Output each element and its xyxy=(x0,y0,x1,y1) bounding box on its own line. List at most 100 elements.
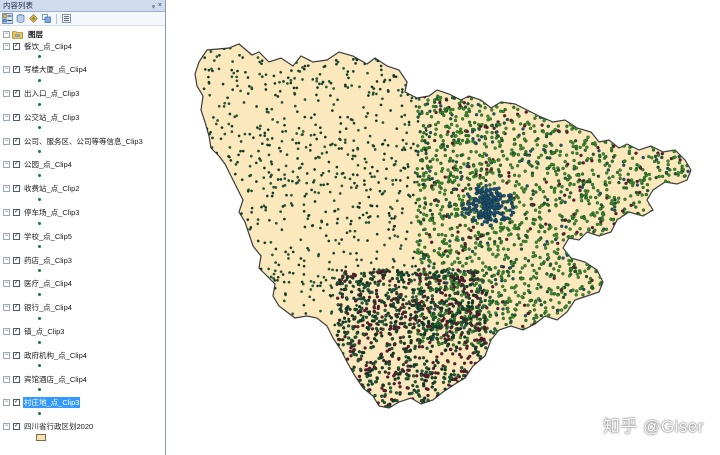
layer-expander[interactable]: − xyxy=(3,280,10,288)
layer-name[interactable]: 医疗_点_Clip4 xyxy=(23,278,73,289)
list-by-drawing-order-button[interactable] xyxy=(2,13,13,24)
layer-name[interactable]: 学校_点_Clip5 xyxy=(23,231,73,242)
layer-visibility-checkbox[interactable]: ✓ xyxy=(13,161,20,169)
poi-point xyxy=(624,253,628,257)
layer-expander[interactable]: − xyxy=(3,90,10,98)
layer-name[interactable]: 镇_点_Clip3 xyxy=(23,326,65,337)
layer-row[interactable]: − ✓ 收费站_点_Clip2 xyxy=(0,183,165,207)
layer-name[interactable]: 餐饮_点_Clip4 xyxy=(23,41,73,52)
layer-visibility-checkbox[interactable]: ✓ xyxy=(13,375,20,383)
layer-row[interactable]: − ✓ 医疗_点_Clip4 xyxy=(0,278,165,302)
layer-name[interactable]: 宾馆酒店_点_Clip4 xyxy=(23,374,88,385)
layer-name[interactable]: 出入口_点_Clip3 xyxy=(23,88,80,99)
layer-expander[interactable]: − xyxy=(3,399,10,407)
layer-expander[interactable]: − xyxy=(3,161,10,169)
layer-visibility-checkbox[interactable]: ✓ xyxy=(13,90,20,98)
layer-expander[interactable]: − xyxy=(3,66,10,74)
layer-name[interactable]: 银行_点_Clip4 xyxy=(23,302,73,313)
layer-name[interactable]: 公司、服务区、公司等等信息_Clip3 xyxy=(23,136,144,147)
list-by-visibility-button[interactable] xyxy=(28,13,39,24)
layer-visibility-checkbox[interactable]: ✓ xyxy=(13,42,20,50)
map-view[interactable]: 知乎 @Giser xyxy=(167,0,720,455)
poi-point xyxy=(408,77,412,80)
poi-point xyxy=(558,112,562,117)
poi-point xyxy=(516,107,520,112)
layer-visibility-checkbox[interactable]: ✓ xyxy=(13,137,20,145)
layer-name[interactable]: 政府机构_点_Clip4 xyxy=(23,350,88,361)
layer-expander[interactable]: − xyxy=(3,137,10,145)
layer-row[interactable]: − ✓ 写楼大厦_点_Clip4 xyxy=(0,64,165,88)
poi-point xyxy=(475,305,480,309)
pin-icon[interactable]: ᵩ xyxy=(152,2,155,9)
layer-row[interactable]: − ✓ 镇_点_Clip3 xyxy=(0,326,165,350)
layer-expander[interactable]: − xyxy=(3,375,10,383)
layer-expander[interactable]: − xyxy=(3,113,10,121)
root-expander[interactable]: − xyxy=(3,31,10,38)
layer-visibility-checkbox[interactable]: ✓ xyxy=(13,351,20,359)
layer-visibility-checkbox[interactable]: ✓ xyxy=(13,232,20,240)
layer-expander[interactable]: − xyxy=(3,232,10,240)
layer-name[interactable]: 收费站_点_Clip2 xyxy=(23,183,80,194)
map-canvas[interactable] xyxy=(167,0,720,455)
poi-point xyxy=(291,170,295,174)
layer-expander[interactable]: − xyxy=(3,256,10,264)
layer-visibility-checkbox[interactable]: ✓ xyxy=(13,423,20,431)
layer-expander[interactable]: − xyxy=(3,328,10,336)
layer-visibility-checkbox[interactable]: ✓ xyxy=(13,280,20,288)
layer-visibility-checkbox[interactable]: ✓ xyxy=(13,328,20,336)
poi-point xyxy=(629,267,633,271)
layer-row[interactable]: − ✓ 药店_点_Clip3 xyxy=(0,254,165,278)
layer-row[interactable]: − ✓ 银行_点_Clip4 xyxy=(0,302,165,326)
poi-point xyxy=(437,342,441,347)
layer-name[interactable]: 写楼大厦_点_Clip4 xyxy=(23,64,88,75)
poi-point xyxy=(430,240,434,244)
layer-name[interactable]: 四川省行政区划2020 xyxy=(23,421,94,432)
layer-row[interactable]: − ✓ 学校_点_Clip5 xyxy=(0,230,165,254)
layer-visibility-checkbox[interactable]: ✓ xyxy=(13,304,20,312)
layer-row[interactable]: − ✓ 公园_点_Clip4 xyxy=(0,159,165,183)
poi-point xyxy=(381,276,385,280)
layer-expander[interactable]: − xyxy=(3,209,10,217)
layer-tree: − 图层 − ✓ 餐饮_点_Clip4− ✓ 写楼大厦_点_Clip4− ✓ 出入口_点_C… xyxy=(0,26,165,445)
poi-point xyxy=(379,64,383,68)
layer-row[interactable]: − ✓ 公交站_点_Clip3 xyxy=(0,111,165,135)
layer-row[interactable]: − ✓ 停车场_点_Clip3 xyxy=(0,207,165,231)
layer-name[interactable]: 药店_点_Clip3 xyxy=(23,255,73,266)
close-icon[interactable]: × xyxy=(158,2,162,9)
poi-point xyxy=(351,327,355,331)
layer-row[interactable]: − ✓ 宾馆酒店_点_Clip4 xyxy=(0,373,165,397)
layer-name[interactable]: 村庄地_点_Clip3 xyxy=(23,397,81,409)
poi-point xyxy=(447,310,451,314)
poi-point xyxy=(490,135,494,140)
poi-point xyxy=(353,315,357,319)
layer-name[interactable]: 公交站_点_Clip3 xyxy=(23,112,80,123)
layer-expander[interactable]: − xyxy=(3,423,10,431)
poi-point xyxy=(302,264,306,268)
poi-point xyxy=(199,95,203,99)
layer-visibility-checkbox[interactable]: ✓ xyxy=(13,399,20,407)
layer-visibility-checkbox[interactable]: ✓ xyxy=(13,113,20,121)
options-button[interactable] xyxy=(61,13,72,24)
layer-row[interactable]: − ✓ 餐饮_点_Clip4 xyxy=(0,40,165,64)
layer-row[interactable]: − ✓ 出入口_点_Clip3 xyxy=(0,88,165,112)
layer-row[interactable]: − ✓ 村庄地_点_Clip3 xyxy=(0,397,165,421)
poi-point xyxy=(459,165,463,170)
layer-row[interactable]: − ✓ 政府机构_点_Clip4 xyxy=(0,349,165,373)
layer-expander[interactable]: − xyxy=(3,42,10,50)
layer-expander[interactable]: − xyxy=(3,304,10,312)
layer-name[interactable]: 停车场_点_Clip3 xyxy=(23,207,80,218)
poi-point xyxy=(478,300,483,304)
layer-visibility-checkbox[interactable]: ✓ xyxy=(13,209,20,217)
layer-name[interactable]: 公园_点_Clip4 xyxy=(23,159,73,170)
layer-row[interactable]: − ✓ 公司、服务区、公司等等信息_Clip3 xyxy=(0,135,165,159)
layer-visibility-checkbox[interactable]: ✓ xyxy=(13,185,20,193)
layer-visibility-checkbox[interactable]: ✓ xyxy=(13,256,20,264)
layer-row[interactable]: − ✓ 四川省行政区划2020 xyxy=(0,421,165,445)
root-layers-row[interactable]: − 图层 xyxy=(0,29,165,40)
list-by-selection-button[interactable] xyxy=(41,13,52,24)
list-by-source-button[interactable] xyxy=(15,13,26,24)
layer-expander[interactable]: − xyxy=(3,185,10,193)
poi-point xyxy=(380,334,384,338)
layer-visibility-checkbox[interactable]: ✓ xyxy=(13,66,20,74)
layer-expander[interactable]: − xyxy=(3,351,10,359)
